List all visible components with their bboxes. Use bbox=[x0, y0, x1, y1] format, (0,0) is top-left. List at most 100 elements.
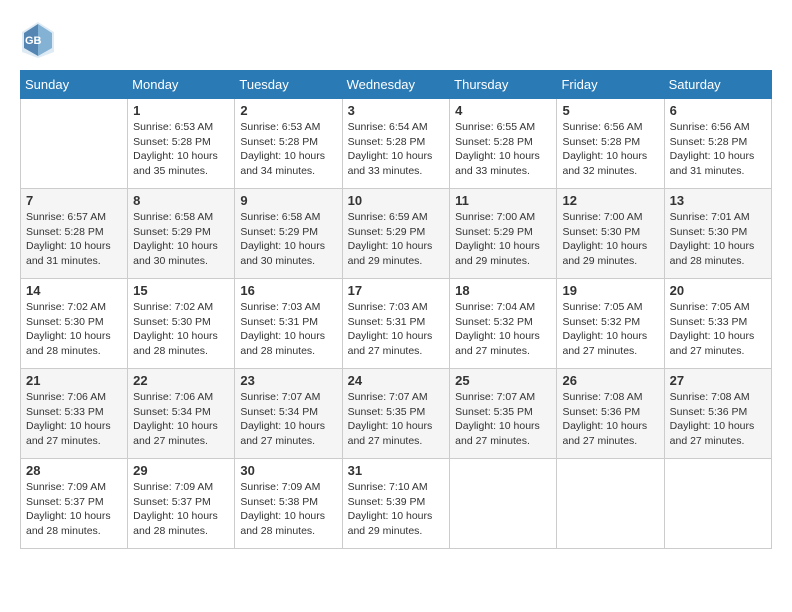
day-number: 5 bbox=[562, 103, 658, 118]
day-info: Sunrise: 7:06 AMSunset: 5:34 PMDaylight:… bbox=[133, 390, 229, 449]
calendar-cell: 19 Sunrise: 7:05 AMSunset: 5:32 PMDayligh… bbox=[557, 279, 664, 369]
day-info: Sunrise: 7:10 AMSunset: 5:39 PMDaylight:… bbox=[348, 480, 445, 539]
calendar-cell: 10Sunrise: 6:59 AMSunset: 5:29 PMDayligh… bbox=[342, 189, 450, 279]
day-info: Sunrise: 6:57 AMSunset: 5:28 PMDaylight:… bbox=[26, 210, 122, 269]
calendar-cell: 16 Sunrise: 7:03 AMSunset: 5:31 PMDayligh… bbox=[235, 279, 342, 369]
calendar-table: SundayMondayTuesdayWednesdayThursdayFrid… bbox=[20, 70, 772, 549]
calendar-header-row: SundayMondayTuesdayWednesdayThursdayFrid… bbox=[21, 71, 772, 99]
day-info: Sunrise: 7:00 AMSunset: 5:30 PMDaylight:… bbox=[562, 210, 658, 269]
calendar-cell: 15 Sunrise: 7:02 AMSunset: 5:30 PMDayligh… bbox=[128, 279, 235, 369]
calendar-cell bbox=[21, 99, 128, 189]
day-info: Sunrise: 6:53 AMSunset: 5:28 PMDaylight:… bbox=[133, 120, 229, 179]
day-number: 10 bbox=[348, 193, 445, 208]
calendar-cell: 26Sunrise: 7:08 AMSunset: 5:36 PMDayligh… bbox=[557, 369, 664, 459]
day-info: Sunrise: 7:02 AMSunset: 5:30 PMDaylight:… bbox=[26, 300, 122, 359]
calendar-week-row: 1 Sunrise: 6:53 AMSunset: 5:28 PMDaylight… bbox=[21, 99, 772, 189]
calendar-cell: 25Sunrise: 7:07 AMSunset: 5:35 PMDayligh… bbox=[450, 369, 557, 459]
day-info: Sunrise: 6:55 AMSunset: 5:28 PMDaylight:… bbox=[455, 120, 551, 179]
calendar-cell: 14 Sunrise: 7:02 AMSunset: 5:30 PMDayligh… bbox=[21, 279, 128, 369]
day-info: Sunrise: 7:07 AMSunset: 5:35 PMDaylight:… bbox=[348, 390, 445, 449]
day-number: 19 bbox=[562, 283, 658, 298]
calendar-cell: 12 Sunrise: 7:00 AMSunset: 5:30 PMDayligh… bbox=[557, 189, 664, 279]
day-info: Sunrise: 7:00 AMSunset: 5:29 PMDaylight:… bbox=[455, 210, 551, 269]
column-header-sunday: Sunday bbox=[21, 71, 128, 99]
calendar-cell bbox=[664, 459, 771, 549]
calendar-cell: 20 Sunrise: 7:05 AMSunset: 5:33 PMDayligh… bbox=[664, 279, 771, 369]
day-number: 16 bbox=[240, 283, 336, 298]
calendar-cell: 8Sunrise: 6:58 AMSunset: 5:29 PMDaylight… bbox=[128, 189, 235, 279]
calendar-cell: 7Sunrise: 6:57 AMSunset: 5:28 PMDaylight… bbox=[21, 189, 128, 279]
calendar-cell: 27 Sunrise: 7:08 AMSunset: 5:36 PMDayligh… bbox=[664, 369, 771, 459]
day-info: Sunrise: 7:03 AMSunset: 5:31 PMDaylight:… bbox=[240, 300, 336, 359]
calendar-week-row: 14 Sunrise: 7:02 AMSunset: 5:30 PMDayligh… bbox=[21, 279, 772, 369]
column-header-thursday: Thursday bbox=[450, 71, 557, 99]
day-number: 2 bbox=[240, 103, 336, 118]
column-header-saturday: Saturday bbox=[664, 71, 771, 99]
calendar-cell: 31 Sunrise: 7:10 AMSunset: 5:39 PMDayligh… bbox=[342, 459, 450, 549]
calendar-cell: 11 Sunrise: 7:00 AMSunset: 5:29 PMDayligh… bbox=[450, 189, 557, 279]
page-header: GB bbox=[20, 20, 772, 60]
day-info: Sunrise: 7:03 AMSunset: 5:31 PMDaylight:… bbox=[348, 300, 445, 359]
calendar-cell: 13 Sunrise: 7:01 AMSunset: 5:30 PMDayligh… bbox=[664, 189, 771, 279]
calendar-cell: 6 Sunrise: 6:56 AMSunset: 5:28 PMDaylight… bbox=[664, 99, 771, 189]
day-number: 9 bbox=[240, 193, 336, 208]
day-number: 3 bbox=[348, 103, 445, 118]
day-number: 23 bbox=[240, 373, 336, 388]
day-info: Sunrise: 6:56 AMSunset: 5:28 PMDaylight:… bbox=[562, 120, 658, 179]
calendar-cell: 3 Sunrise: 6:54 AMSunset: 5:28 PMDaylight… bbox=[342, 99, 450, 189]
calendar-cell: 21Sunrise: 7:06 AMSunset: 5:33 PMDayligh… bbox=[21, 369, 128, 459]
day-info: Sunrise: 6:56 AMSunset: 5:28 PMDaylight:… bbox=[670, 120, 766, 179]
column-header-tuesday: Tuesday bbox=[235, 71, 342, 99]
day-number: 27 bbox=[670, 373, 766, 388]
calendar-cell: 23 Sunrise: 7:07 AMSunset: 5:34 PMDayligh… bbox=[235, 369, 342, 459]
day-number: 20 bbox=[670, 283, 766, 298]
calendar-cell: 22Sunrise: 7:06 AMSunset: 5:34 PMDayligh… bbox=[128, 369, 235, 459]
day-number: 6 bbox=[670, 103, 766, 118]
day-info: Sunrise: 7:02 AMSunset: 5:30 PMDaylight:… bbox=[133, 300, 229, 359]
day-number: 17 bbox=[348, 283, 445, 298]
day-number: 30 bbox=[240, 463, 336, 478]
logo: GB bbox=[20, 20, 60, 60]
calendar-cell: 30 Sunrise: 7:09 AMSunset: 5:38 PMDayligh… bbox=[235, 459, 342, 549]
calendar-cell: 1 Sunrise: 6:53 AMSunset: 5:28 PMDaylight… bbox=[128, 99, 235, 189]
svg-text:GB: GB bbox=[25, 35, 42, 47]
calendar-cell bbox=[450, 459, 557, 549]
day-info: Sunrise: 7:07 AMSunset: 5:35 PMDaylight:… bbox=[455, 390, 551, 449]
day-info: Sunrise: 7:05 AMSunset: 5:33 PMDaylight:… bbox=[670, 300, 766, 359]
calendar-cell: 29 Sunrise: 7:09 AMSunset: 5:37 PMDayligh… bbox=[128, 459, 235, 549]
day-number: 11 bbox=[455, 193, 551, 208]
day-info: Sunrise: 7:04 AMSunset: 5:32 PMDaylight:… bbox=[455, 300, 551, 359]
day-info: Sunrise: 7:08 AMSunset: 5:36 PMDaylight:… bbox=[670, 390, 766, 449]
day-info: Sunrise: 6:54 AMSunset: 5:28 PMDaylight:… bbox=[348, 120, 445, 179]
day-info: Sunrise: 7:07 AMSunset: 5:34 PMDaylight:… bbox=[240, 390, 336, 449]
calendar-cell: 4Sunrise: 6:55 AMSunset: 5:28 PMDaylight… bbox=[450, 99, 557, 189]
day-info: Sunrise: 7:09 AMSunset: 5:38 PMDaylight:… bbox=[240, 480, 336, 539]
day-number: 24 bbox=[348, 373, 445, 388]
day-number: 8 bbox=[133, 193, 229, 208]
day-number: 12 bbox=[562, 193, 658, 208]
day-number: 14 bbox=[26, 283, 122, 298]
day-info: Sunrise: 6:53 AMSunset: 5:28 PMDaylight:… bbox=[240, 120, 336, 179]
calendar-cell: 18 Sunrise: 7:04 AMSunset: 5:32 PMDayligh… bbox=[450, 279, 557, 369]
day-info: Sunrise: 7:06 AMSunset: 5:33 PMDaylight:… bbox=[26, 390, 122, 449]
day-number: 18 bbox=[455, 283, 551, 298]
day-info: Sunrise: 7:01 AMSunset: 5:30 PMDaylight:… bbox=[670, 210, 766, 269]
day-info: Sunrise: 7:08 AMSunset: 5:36 PMDaylight:… bbox=[562, 390, 658, 449]
day-number: 31 bbox=[348, 463, 445, 478]
logo-icon: GB bbox=[20, 20, 56, 60]
day-number: 13 bbox=[670, 193, 766, 208]
day-number: 29 bbox=[133, 463, 229, 478]
column-header-friday: Friday bbox=[557, 71, 664, 99]
day-number: 28 bbox=[26, 463, 122, 478]
calendar-week-row: 7Sunrise: 6:57 AMSunset: 5:28 PMDaylight… bbox=[21, 189, 772, 279]
day-info: Sunrise: 6:58 AMSunset: 5:29 PMDaylight:… bbox=[240, 210, 336, 269]
day-number: 1 bbox=[133, 103, 229, 118]
column-header-monday: Monday bbox=[128, 71, 235, 99]
day-info: Sunrise: 7:09 AMSunset: 5:37 PMDaylight:… bbox=[133, 480, 229, 539]
calendar-week-row: 21Sunrise: 7:06 AMSunset: 5:33 PMDayligh… bbox=[21, 369, 772, 459]
calendar-cell: 5 Sunrise: 6:56 AMSunset: 5:28 PMDaylight… bbox=[557, 99, 664, 189]
calendar-cell: 24 Sunrise: 7:07 AMSunset: 5:35 PMDayligh… bbox=[342, 369, 450, 459]
calendar-week-row: 28 Sunrise: 7:09 AMSunset: 5:37 PMDayligh… bbox=[21, 459, 772, 549]
day-number: 15 bbox=[133, 283, 229, 298]
day-info: Sunrise: 7:05 AMSunset: 5:32 PMDaylight:… bbox=[562, 300, 658, 359]
